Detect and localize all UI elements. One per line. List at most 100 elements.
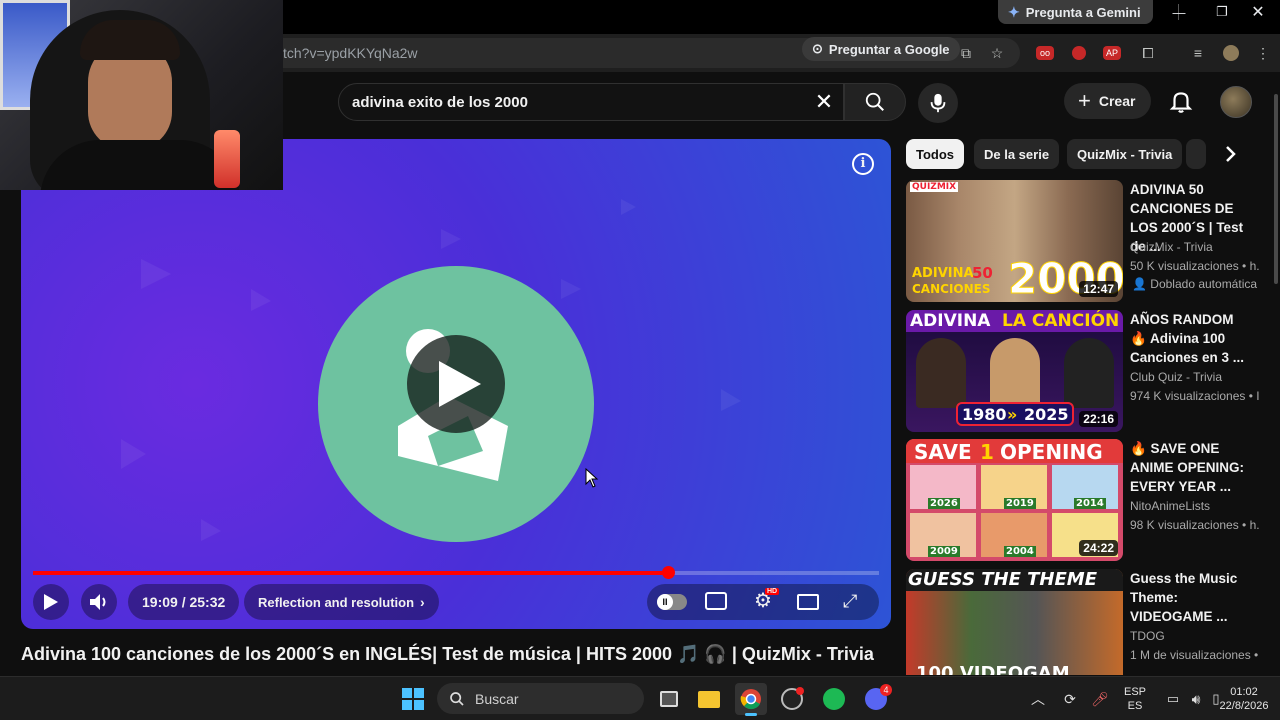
- recommendation-channel[interactable]: Club Quiz - Trivia: [1130, 370, 1222, 384]
- extension-icon[interactable]: [1068, 42, 1090, 64]
- obs-icon[interactable]: [776, 683, 808, 715]
- taskbar-search[interactable]: Buscar: [437, 683, 644, 714]
- recommendation-item[interactable]: ADIVINA LA CANCIÓN 1980 » 2025 22:16 AÑO…: [906, 310, 1266, 434]
- chip-label: QuizMix - Trivia: [1077, 146, 1173, 162]
- windows-start-icon[interactable]: [397, 683, 429, 715]
- url-text[interactable]: tch?v=ypdKKYqNa2w: [283, 45, 418, 61]
- google-lens-icon: ⊙: [812, 41, 823, 56]
- page-scrollbar[interactable]: [1272, 72, 1280, 676]
- discord-icon[interactable]: 4: [860, 683, 892, 715]
- fullscreen-icon[interactable]: ⤢: [843, 591, 863, 611]
- task-view-icon[interactable]: [653, 683, 685, 715]
- recommendation-item[interactable]: GUESS THE THEME 100 VIDEOGAM Guess the M…: [906, 569, 1266, 675]
- subtitles-icon[interactable]: [705, 592, 727, 610]
- lang-bottom: ES: [1127, 700, 1143, 712]
- minimize-icon[interactable]: —: [1157, 2, 1201, 22]
- recommendation-item[interactable]: SAVE 1 OPENING 2026 2019 2014 2009 2004 …: [906, 439, 1266, 563]
- lang-top: ESP: [1123, 686, 1146, 698]
- bookmark-star-icon[interactable]: ☆: [986, 42, 1008, 64]
- search-query-text[interactable]: adivina exito de los 2000: [352, 94, 528, 111]
- video-thumbnail[interactable]: QUIZMIX ADIVINA 50 CANCIONES 2000 12:47: [906, 180, 1123, 302]
- sync-icon[interactable]: ⟳: [1054, 683, 1086, 715]
- webcam-overlay: [0, 0, 283, 190]
- ask-google-button[interactable]: ⊙ Preguntar a Google: [802, 37, 960, 61]
- account-avatar[interactable]: [1220, 86, 1252, 118]
- theater-mode-icon[interactable]: [797, 594, 819, 610]
- thumb-text: 50: [972, 264, 993, 282]
- chip-label: De la serie: [984, 146, 1050, 162]
- recommendation-views: 974 K visualizaciones • I: [1130, 389, 1260, 403]
- chevron-right-icon[interactable]: [1218, 142, 1242, 166]
- recommendation-title[interactable]: 🔥 SAVE ONE ANIME OPENING: EVERY YEAR ...: [1130, 439, 1248, 496]
- duration-badge: 24:22: [1079, 540, 1118, 556]
- extension-icon[interactable]: AP: [1103, 46, 1121, 60]
- install-app-icon[interactable]: ⧉: [955, 42, 977, 64]
- dubbed-icon: 👤: [1132, 277, 1147, 291]
- gemini-sparkle-icon: ✦: [1008, 3, 1020, 20]
- thumb-text: ADIVINA: [910, 311, 991, 331]
- chip-overflow[interactable]: [1186, 139, 1206, 169]
- ask-gemini-button[interactable]: ✦ Pregunta a Gemini: [998, 0, 1153, 24]
- clock[interactable]: 01:02 22/8/2026: [1212, 685, 1276, 713]
- mouse-cursor-icon: [585, 468, 599, 488]
- volume-button[interactable]: [81, 584, 117, 620]
- thumb-text: 2019: [1004, 498, 1036, 509]
- thumb-text: »: [1007, 405, 1018, 424]
- chrome-icon[interactable]: [735, 683, 767, 716]
- voice-search-button[interactable]: [918, 83, 958, 123]
- chip-quizmix-trivia[interactable]: QuizMix - Trivia: [1067, 139, 1183, 169]
- microphone-icon[interactable]: 🎤︎: [1084, 683, 1116, 715]
- close-window-icon[interactable]: ✕: [1236, 2, 1280, 22]
- thumb-text: GUESS THE THEME: [908, 569, 1097, 590]
- thumb-text: 2025: [1024, 405, 1069, 424]
- recommendation-views: 50 K visualizaciones • h.: [1130, 259, 1260, 273]
- recommendation-title[interactable]: AÑOS RANDOM 🔥 Adivina 100 Canciones en 3…: [1130, 310, 1248, 367]
- big-play-button[interactable]: [407, 335, 505, 433]
- reading-list-icon[interactable]: ≡: [1187, 42, 1209, 64]
- thumb-text: 2014: [1074, 498, 1106, 509]
- profile-icon[interactable]: [1220, 42, 1242, 64]
- person-hair: [80, 20, 180, 60]
- video-thumbnail[interactable]: GUESS THE THEME 100 VIDEOGAM: [906, 569, 1123, 675]
- search-icon: [865, 92, 884, 111]
- notifications-bell-icon[interactable]: [1168, 88, 1194, 114]
- lamp-light: [214, 130, 240, 188]
- search-button[interactable]: [844, 83, 906, 121]
- chip-de-la-serie[interactable]: De la serie: [974, 139, 1060, 169]
- play-button[interactable]: [33, 584, 69, 620]
- time-text: 19:09 / 25:32: [142, 594, 226, 610]
- chip-todos[interactable]: Todos: [906, 139, 965, 169]
- input-language[interactable]: ESP ES: [1120, 685, 1150, 713]
- clear-search-icon[interactable]: ✕: [811, 89, 837, 115]
- browser-menu-icon[interactable]: ⋮: [1252, 42, 1274, 64]
- person-shirt: [40, 140, 240, 190]
- duration-badge: 22:16: [1079, 411, 1118, 427]
- file-explorer-icon[interactable]: [693, 683, 725, 715]
- search-input[interactable]: adivina exito de los 2000 ✕: [338, 83, 844, 121]
- recommendation-views: 1 M de visualizaciones •: [1130, 648, 1259, 662]
- search-icon: [450, 691, 464, 706]
- create-button[interactable]: + Crear: [1064, 83, 1152, 119]
- recommendation-item[interactable]: QUIZMIX ADIVINA 50 CANCIONES 2000 12:47 …: [906, 180, 1266, 304]
- spotify-icon[interactable]: [818, 683, 850, 715]
- progress-bar[interactable]: [33, 566, 879, 579]
- extensions-puzzle-icon[interactable]: ⧠: [1137, 42, 1159, 64]
- recommendation-channel[interactable]: NitoAnimeLists: [1130, 499, 1210, 513]
- chevron-up-icon[interactable]: ︿: [1022, 683, 1054, 715]
- info-icon[interactable]: i: [852, 153, 874, 175]
- recommendation-title[interactable]: Guess the Music Theme: VIDEOGAME ...: [1130, 569, 1248, 626]
- thumb-text: 1: [980, 440, 994, 464]
- autoplay-toggle[interactable]: II: [657, 594, 687, 610]
- video-player[interactable]: i 19:09 / 25:32 Reflection and resolutio…: [21, 139, 891, 629]
- scrollbar-thumb[interactable]: [1274, 94, 1278, 284]
- progress-played: [33, 571, 668, 575]
- video-thumbnail[interactable]: SAVE 1 OPENING 2026 2019 2014 2009 2004 …: [906, 439, 1123, 561]
- progress-scrubber[interactable]: [661, 566, 675, 579]
- extension-icon[interactable]: oo: [1036, 46, 1054, 60]
- chapter-button[interactable]: Reflection and resolution ›: [244, 584, 439, 620]
- recommendation-channel[interactable]: TDOG: [1130, 629, 1165, 643]
- plus-icon: +: [1078, 88, 1091, 113]
- video-thumbnail[interactable]: ADIVINA LA CANCIÓN 1980 » 2025 22:16: [906, 310, 1123, 432]
- recommendation-channel[interactable]: QuizMix - Trivia: [1130, 240, 1213, 254]
- thumb-text: OPENING: [1000, 440, 1103, 464]
